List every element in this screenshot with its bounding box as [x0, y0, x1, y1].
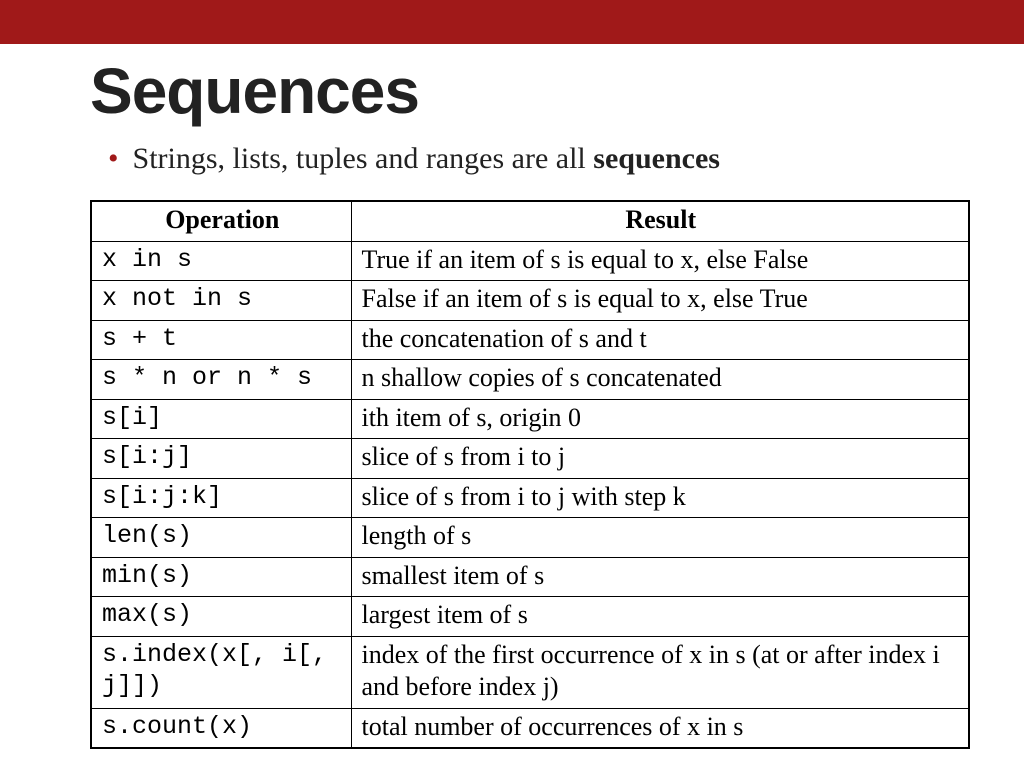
slide-title: Sequences: [90, 54, 984, 128]
bullet-item: • Strings, lists, tuples and ranges are …: [108, 142, 984, 176]
op-cell: min(s): [91, 557, 351, 597]
op-cell: s.index(x[, i[, j]]): [91, 636, 351, 708]
op-cell: x in s: [91, 241, 351, 281]
res-cell: the concatenation of s and t: [351, 320, 969, 360]
table-row: len(s)length of s: [91, 518, 969, 558]
res-cell: largest item of s: [351, 597, 969, 637]
table-row: x in sTrue if an item of s is equal to x…: [91, 241, 969, 281]
bullet-dot-icon: •: [108, 144, 119, 174]
header-operation: Operation: [91, 201, 351, 241]
res-cell: ith item of s, origin 0: [351, 399, 969, 439]
op-cell: s[i:j]: [91, 439, 351, 479]
res-cell: n shallow copies of s concatenated: [351, 360, 969, 400]
op-cell: s[i:j:k]: [91, 478, 351, 518]
res-cell: slice of s from i to j with step k: [351, 478, 969, 518]
bullet-bold: sequences: [593, 142, 720, 175]
op-cell: s.count(x): [91, 708, 351, 748]
res-cell: slice of s from i to j: [351, 439, 969, 479]
table-row: s[i:j]slice of s from i to j: [91, 439, 969, 479]
op-cell: len(s): [91, 518, 351, 558]
op-cell: s + t: [91, 320, 351, 360]
res-cell: length of s: [351, 518, 969, 558]
bullet-prefix: Strings, lists, tuples and ranges are al…: [133, 142, 594, 175]
table-row: s[i:j:k]slice of s from i to j with step…: [91, 478, 969, 518]
op-cell: s[i]: [91, 399, 351, 439]
op-cell: max(s): [91, 597, 351, 637]
table-row: s * n or n * sn shallow copies of s conc…: [91, 360, 969, 400]
table-row: s.index(x[, i[, j]])index of the first o…: [91, 636, 969, 708]
res-cell: index of the first occurrence of x in s …: [351, 636, 969, 708]
res-cell: True if an item of s is equal to x, else…: [351, 241, 969, 281]
table-row: s.count(x)total number of occurrences of…: [91, 708, 969, 748]
res-cell: total number of occurrences of x in s: [351, 708, 969, 748]
table-row: x not in sFalse if an item of s is equal…: [91, 281, 969, 321]
table-row: max(s)largest item of s: [91, 597, 969, 637]
accent-bar: [0, 0, 1024, 44]
table-row: s + tthe concatenation of s and t: [91, 320, 969, 360]
operations-table: Operation Result x in sTrue if an item o…: [90, 200, 970, 749]
table-row: s[i]ith item of s, origin 0: [91, 399, 969, 439]
op-cell: x not in s: [91, 281, 351, 321]
table-row: min(s)smallest item of s: [91, 557, 969, 597]
table-header-row: Operation Result: [91, 201, 969, 241]
slide-content: Sequences • Strings, lists, tuples and r…: [0, 44, 1024, 176]
op-cell: s * n or n * s: [91, 360, 351, 400]
header-result: Result: [351, 201, 969, 241]
res-cell: False if an item of s is equal to x, els…: [351, 281, 969, 321]
table-container: Operation Result x in sTrue if an item o…: [0, 200, 1024, 749]
bullet-text: Strings, lists, tuples and ranges are al…: [133, 142, 720, 176]
res-cell: smallest item of s: [351, 557, 969, 597]
